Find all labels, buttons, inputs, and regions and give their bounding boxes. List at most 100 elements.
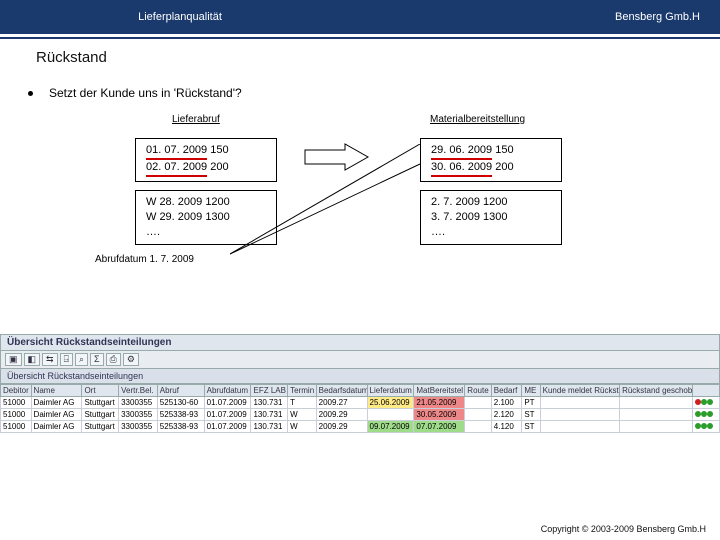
table-row[interactable]: 51000Daimler AGStuttgart3300355525338-93… <box>1 421 720 433</box>
tb-btn[interactable]: ⇆ <box>42 353 58 366</box>
table-cell: 130.731 <box>251 409 288 421</box>
table-cell: 2.120 <box>491 409 522 421</box>
table-cell: 525130-60 <box>157 397 204 409</box>
table-header-row: DebitorNameOrtVertr.Bel.AbrufAbrufdatumE… <box>1 385 720 397</box>
table-col: Debitor <box>1 385 32 397</box>
lb1-l1a: 01. 07. 2009 <box>146 143 207 160</box>
table-cell <box>465 409 491 421</box>
sap-toolbar: ▣ ◧ ⇆ ⍈ ⌕ Σ ⎙ ⚙ <box>0 351 720 369</box>
table-col: Termin <box>288 385 317 397</box>
table-col: Lieferdatum <box>367 385 414 397</box>
right-box-1: 29. 06. 2009 150 30. 06. 2009 200 <box>420 138 562 182</box>
bullet-text: Setzt der Kunde uns in 'Rückstand'? <box>49 86 242 100</box>
lb1-l2b: 200 <box>210 161 228 173</box>
status-dot-icon <box>707 411 713 417</box>
rb1-l2a: 30. 06. 2009 <box>431 160 492 177</box>
table-cell: ST <box>522 409 540 421</box>
table-cell: Daimler AG <box>31 397 82 409</box>
table-cell <box>540 397 619 409</box>
header-left: Lieferplanqualität <box>0 11 360 23</box>
tb-btn[interactable]: ◧ <box>24 353 41 366</box>
tb-btn[interactable]: ⍈ <box>60 353 73 366</box>
indicator-cell <box>693 421 720 433</box>
status-dot-icon <box>707 399 713 405</box>
sap-panel: Übersicht Rückstandseinteilungen ▣ ◧ ⇆ ⍈… <box>0 334 720 433</box>
table-cell: Daimler AG <box>31 409 82 421</box>
table-cell: Daimler AG <box>31 421 82 433</box>
left-col-heading: Lieferabruf <box>172 114 220 125</box>
header-bar: Lieferplanqualität Bensberg Gmb.H <box>0 0 720 34</box>
table-cell: 130.731 <box>251 421 288 433</box>
table-cell: 3300355 <box>119 409 158 421</box>
table-col: Abrufdatum <box>204 385 251 397</box>
table-cell <box>620 397 693 409</box>
table-col <box>693 385 720 397</box>
table-cell: 09.07.2009 <box>367 421 414 433</box>
table-cell: 3300355 <box>119 421 158 433</box>
rb2-l3: …. <box>431 225 551 240</box>
copyright: Copyright © 2003-2009 Bensberg Gmb.H <box>541 524 706 534</box>
table-cell: 4.120 <box>491 421 522 433</box>
table-row[interactable]: 51000Daimler AGStuttgart3300355525130-60… <box>1 397 720 409</box>
table-cell: Stuttgart <box>82 409 119 421</box>
header-underline <box>0 37 720 39</box>
tb-btn[interactable]: ⚙ <box>123 353 139 366</box>
table-cell: 30.05.2009 <box>414 409 465 421</box>
table-cell: 3300355 <box>119 397 158 409</box>
table-cell: T <box>288 397 317 409</box>
table-cell: 21.05.2009 <box>414 397 465 409</box>
table-col: Rückstand geschoben <box>620 385 693 397</box>
table-col: MatBereitstel <box>414 385 465 397</box>
right-col-heading: Materialbereitstellung <box>430 114 525 125</box>
table-cell <box>620 421 693 433</box>
rb1-l1a: 29. 06. 2009 <box>431 143 492 160</box>
table-cell <box>540 409 619 421</box>
cross-lines-icon <box>230 144 430 264</box>
tb-btn[interactable]: ⌕ <box>75 353 88 366</box>
table-cell: Stuttgart <box>82 397 119 409</box>
table-col: Bedarfsdatum <box>316 385 367 397</box>
bullet-dot-icon <box>28 91 33 96</box>
status-dot-icon <box>707 423 713 429</box>
diagram-area: Lieferabruf Materialbereitstellung 01. 0… <box>0 114 720 314</box>
tb-btn[interactable]: ⎙ <box>106 353 121 366</box>
table-cell <box>465 421 491 433</box>
table-cell: 51000 <box>1 397 32 409</box>
table-col: Bedarf <box>491 385 522 397</box>
table-cell: 01.07.2009 <box>204 397 251 409</box>
table-cell: 01.07.2009 <box>204 421 251 433</box>
table-cell: W <box>288 409 317 421</box>
table-cell: 01.07.2009 <box>204 409 251 421</box>
table-cell: 2009.29 <box>316 409 367 421</box>
table-col: Name <box>31 385 82 397</box>
table-cell <box>540 421 619 433</box>
right-box-2: 2. 7. 2009 1200 3. 7. 2009 1300 …. <box>420 190 562 245</box>
bullet-row: Setzt der Kunde uns in 'Rückstand'? <box>28 86 720 100</box>
table-col: Kunde meldet Rückstand <box>540 385 619 397</box>
rb1-l1b: 150 <box>495 144 513 156</box>
lb1-l2a: 02. 07. 2009 <box>146 160 207 177</box>
sap-strip: Übersicht Rückstandseinteilungen <box>0 369 720 384</box>
table-cell: 25.06.2009 <box>367 397 414 409</box>
tb-btn[interactable]: Σ <box>90 353 104 366</box>
table-cell: 525338-93 <box>157 421 204 433</box>
table-cell: 2.100 <box>491 397 522 409</box>
table-cell: ST <box>522 421 540 433</box>
table-cell: 51000 <box>1 409 32 421</box>
table-row[interactable]: 51000Daimler AGStuttgart3300355525338-93… <box>1 409 720 421</box>
table-col: Ort <box>82 385 119 397</box>
table-col: ME <box>522 385 540 397</box>
table-cell: 07.07.2009 <box>414 421 465 433</box>
indicator-cell <box>693 397 720 409</box>
tb-btn[interactable]: ▣ <box>5 353 22 366</box>
table-col: Abruf <box>157 385 204 397</box>
table-col: Vertr.Bel. <box>119 385 158 397</box>
lb1-l1b: 150 <box>210 144 228 156</box>
table-cell: 525338-93 <box>157 409 204 421</box>
rb2-l1: 2. 7. 2009 1200 <box>431 195 551 210</box>
page-title: Rückstand <box>36 49 720 66</box>
sap-title: Übersicht Rückstandseinteilungen <box>0 334 720 351</box>
sap-table: DebitorNameOrtVertr.Bel.AbrufAbrufdatumE… <box>0 384 720 433</box>
table-cell: 130.731 <box>251 397 288 409</box>
table-cell <box>465 397 491 409</box>
